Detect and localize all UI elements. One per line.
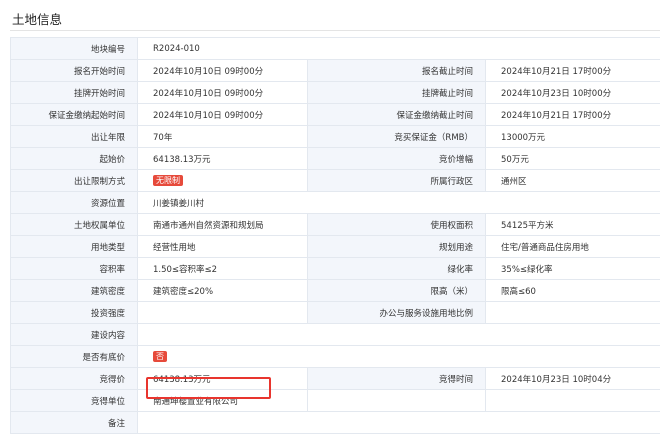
field-label: 用地类型 [11,236,138,258]
land-info-table: 地块编号 R2024-010 报名开始时间 2024年10月10日 09时00分… [10,37,660,434]
field-label: 限高（米） [308,280,486,302]
field-label: 使用权面积 [308,214,486,236]
field-label: 竞得价 [11,368,138,390]
field-label: 是否有底价 [11,346,138,368]
field-label: 建设内容 [11,324,138,346]
table-row: 建筑密度 建筑密度≤20% 限高（米） 限高≤60 [11,280,660,302]
field-value: 35%≤绿化率 [486,258,660,280]
table-row: 资源位置 川姜镇姜川村 [11,192,660,214]
field-label: 竞得时间 [308,368,486,390]
field-value: 64138.13万元 [138,148,308,170]
field-value: 2024年10月21日 17时00分 [486,60,660,82]
field-label: 竞得单位 [11,390,138,412]
table-row: 建设内容 [11,324,660,346]
field-value: 2024年10月10日 09时00分 [138,60,308,82]
field-value: 建筑密度≤20% [138,280,308,302]
title-divider [10,30,660,31]
table-row: 报名开始时间 2024年10月10日 09时00分 报名截止时间 2024年10… [11,60,660,82]
field-value [138,412,660,434]
field-label: 土地权属单位 [11,214,138,236]
field-label: 出让限制方式 [11,170,138,192]
field-value: 50万元 [486,148,660,170]
restriction-badge: 无限制 [153,175,183,186]
field-label: 所属行政区 [308,170,486,192]
field-value [308,390,486,412]
table-row: 土地权属单位 南通市通州自然资源和规划局 使用权面积 54125平方米 [11,214,660,236]
winning-bidder-value: 南通坤樱置业有限公司 [138,390,308,412]
field-label: 报名截止时间 [308,60,486,82]
field-value: 南通市通州自然资源和规划局 [138,214,308,236]
field-label: 出让年限 [11,126,138,148]
field-value: 13000万元 [486,126,660,148]
field-label: 办公与服务设施用地比例 [308,302,486,324]
field-label: 建筑密度 [11,280,138,302]
field-label: 地块编号 [11,38,138,60]
field-value [138,324,660,346]
table-row: 投资强度 办公与服务设施用地比例 [11,302,660,324]
field-value [486,390,660,412]
field-value: 2024年10月10日 09时00分 [138,104,308,126]
field-value: 1.50≤容积率≤2 [138,258,308,280]
field-value: 限高≤60 [486,280,660,302]
field-label: 资源位置 [11,192,138,214]
field-value: R2024-010 [138,38,660,60]
table-row: 起始价 64138.13万元 竞价增幅 50万元 [11,148,660,170]
field-value [486,302,660,324]
field-value: 70年 [138,126,308,148]
field-value: 2024年10月10日 09时00分 [138,82,308,104]
field-label: 投资强度 [11,302,138,324]
field-value: 54125平方米 [486,214,660,236]
table-row: 挂牌开始时间 2024年10月10日 09时00分 挂牌截止时间 2024年10… [11,82,660,104]
field-label: 挂牌截止时间 [308,82,486,104]
field-label: 竞买保证金（RMB） [308,126,486,148]
table-row: 容积率 1.50≤容积率≤2 绿化率 35%≤绿化率 [11,258,660,280]
reserve-price-badge: 否 [153,351,167,362]
field-value: 通州区 [486,170,660,192]
field-label: 保证金缴纳截止时间 [308,104,486,126]
table-row: 竞得单位 南通坤樱置业有限公司 [11,390,660,412]
field-label: 竞价增幅 [308,148,486,170]
field-value: 无限制 [138,170,308,192]
field-value: 川姜镇姜川村 [138,192,660,214]
field-value: 64138.13万元 [138,368,308,390]
table-row: 是否有底价 否 [11,346,660,368]
section-title: 土地信息 [12,9,62,28]
table-row: 地块编号 R2024-010 [11,38,660,60]
field-value: 否 [138,346,660,368]
field-value: 经营性用地 [138,236,308,258]
field-value [138,302,308,324]
field-label: 起始价 [11,148,138,170]
field-label: 挂牌开始时间 [11,82,138,104]
field-value: 2024年10月23日 10时00分 [486,82,660,104]
field-label: 保证金缴纳起始时间 [11,104,138,126]
table-row: 用地类型 经营性用地 规划用途 住宅/普通商品住房用地 [11,236,660,258]
table-row: 备注 [11,412,660,434]
field-label: 容积率 [11,258,138,280]
field-label: 规划用途 [308,236,486,258]
field-value: 2024年10月21日 17时00分 [486,104,660,126]
field-value: 住宅/普通商品住房用地 [486,236,660,258]
table-row: 保证金缴纳起始时间 2024年10月10日 09时00分 保证金缴纳截止时间 2… [11,104,660,126]
field-label: 报名开始时间 [11,60,138,82]
field-label: 备注 [11,412,138,434]
table-row: 竞得价 64138.13万元 竞得时间 2024年10月23日 10时04分 [11,368,660,390]
field-value: 2024年10月23日 10时04分 [486,368,660,390]
field-label: 绿化率 [308,258,486,280]
table-row: 出让限制方式 无限制 所属行政区 通州区 [11,170,660,192]
table-row: 出让年限 70年 竞买保证金（RMB） 13000万元 [11,126,660,148]
